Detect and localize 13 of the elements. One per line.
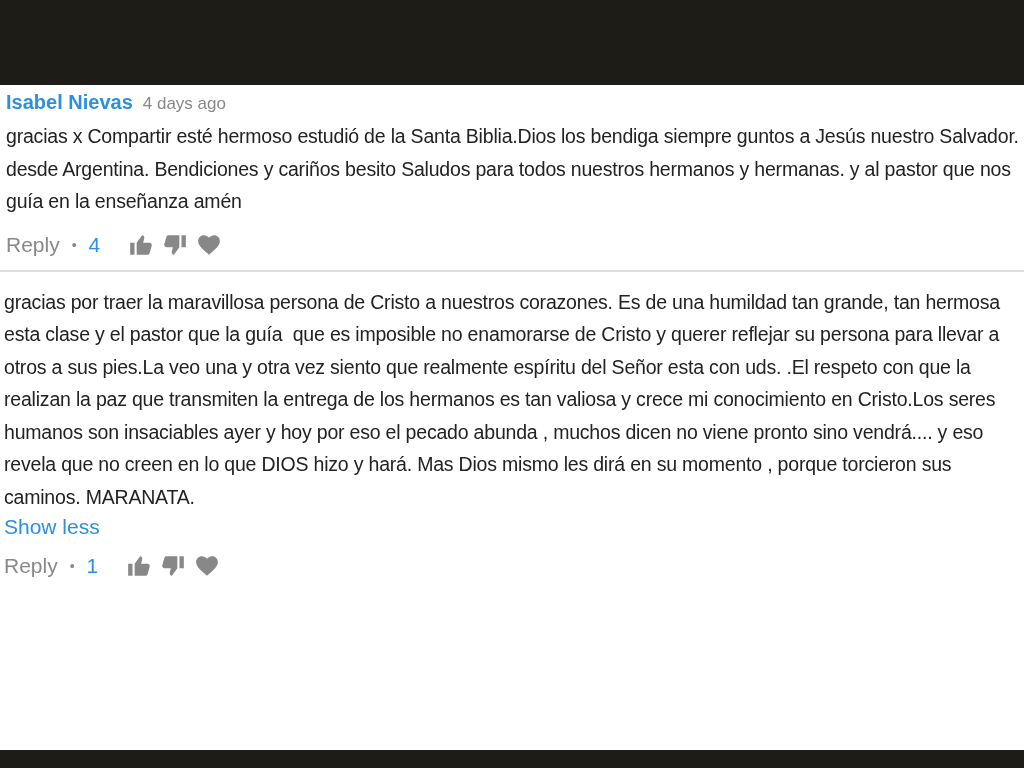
separator-dot: • [71, 236, 77, 253]
thumbs-up-icon[interactable] [126, 553, 153, 579]
author-link[interactable]: Isabel Nievas [6, 91, 133, 114]
like-count: 4 [88, 232, 101, 257]
comment-text: gracias por traer la maravillosa persona de Cristo a nuestros corazones. Es de una humildad tan grande, tan hermosa esta clase y el pastor que la guía que es imposible no enamorarse de Cristo y querer reflejar su persona para llevar a otros a sus pies.La veo una y otra vez siento que realmente espíritu del Señor esta con uds. .El respeto con que la realizan la paz que transmiten la entrega de los hermanos es tan valiosa y crece mi conocimiento en Cristo.Los seres humanos son insaciables ayer y hoy por eso el pecado abunda , muchos dicen no viene pronto sino vendrá.... y eso revela que no creen en lo que DIOS hizo y hará. Mas Dios mismo les dirá en su momento , porque torcieron sus caminos. MARANATA. [4, 289, 1001, 510]
show-less-link[interactable]: Show less [4, 515, 100, 539]
reply-button[interactable]: Reply [6, 232, 60, 257]
like-count: 1 [86, 554, 99, 578]
separator-dot: • [69, 558, 75, 574]
reply-button[interactable]: Reply [4, 554, 58, 578]
comment-time: 4 days ago [142, 94, 226, 114]
comment-text: gracias x Compartir esté hermoso estudió de la Santa Biblia.Dios los bendiga siempre guntos a Jesús nuestro Salvador. desde Argentina. Bendiciones y cariños besito Saludos para todos nuestros hermanos y hermanas. y al pastor que nos guía en la enseñanza amén [6, 124, 1020, 214]
thumbs-down-icon[interactable] [160, 553, 187, 579]
